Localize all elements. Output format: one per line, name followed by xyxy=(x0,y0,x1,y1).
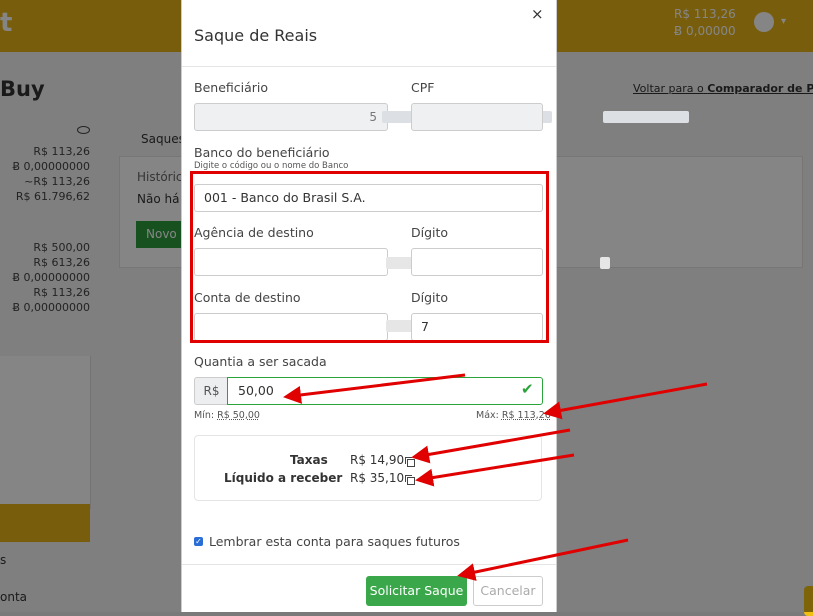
annotation-arrows xyxy=(283,373,708,581)
arrow-to-amount xyxy=(283,373,466,404)
arrow-to-submit xyxy=(457,538,629,581)
arrow-to-fee xyxy=(411,428,571,464)
arrow-to-net xyxy=(415,453,575,487)
arrow-to-max xyxy=(543,382,708,420)
